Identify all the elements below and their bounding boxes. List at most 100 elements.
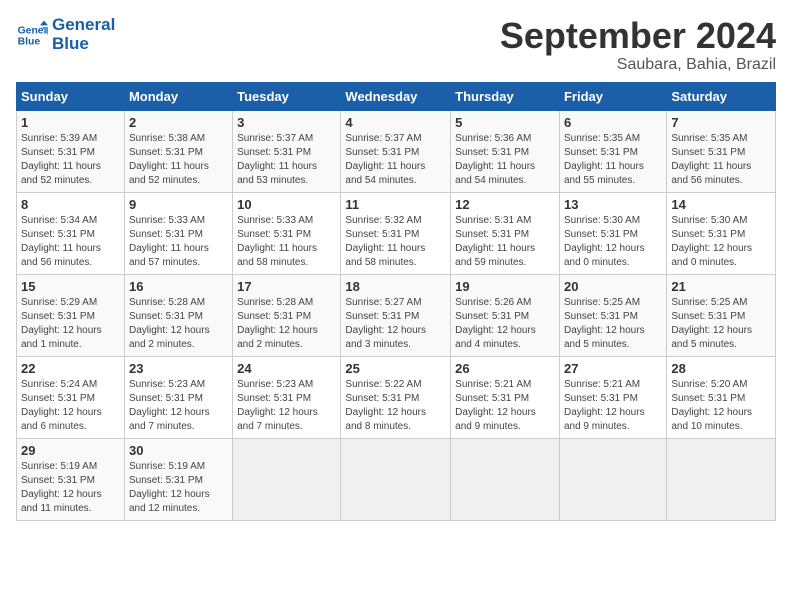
day-number: 10 — [237, 197, 336, 212]
day-cell: 28 Sunrise: 5:20 AM Sunset: 5:31 PM Dayli… — [667, 356, 776, 438]
day-cell — [451, 438, 560, 520]
day-cell: 24 Sunrise: 5:23 AM Sunset: 5:31 PM Dayli… — [233, 356, 341, 438]
calendar-title: September 2024 — [500, 16, 776, 56]
day-info: Sunrise: 5:25 AM Sunset: 5:31 PM Dayligh… — [564, 296, 662, 352]
day-number: 21 — [671, 279, 771, 294]
day-number: 26 — [455, 361, 555, 376]
day-cell — [667, 438, 776, 520]
day-number: 17 — [237, 279, 336, 294]
day-cell: 23 Sunrise: 5:23 AM Sunset: 5:31 PM Dayli… — [124, 356, 232, 438]
header-cell-wednesday: Wednesday — [341, 82, 451, 110]
day-info: Sunrise: 5:29 AM Sunset: 5:31 PM Dayligh… — [21, 296, 120, 352]
logo-blue: Blue — [52, 35, 115, 54]
day-number: 15 — [21, 279, 120, 294]
header-cell-friday: Friday — [559, 82, 666, 110]
day-info: Sunrise: 5:25 AM Sunset: 5:31 PM Dayligh… — [671, 296, 771, 352]
day-info: Sunrise: 5:19 AM Sunset: 5:31 PM Dayligh… — [129, 460, 228, 516]
day-cell: 18 Sunrise: 5:27 AM Sunset: 5:31 PM Dayli… — [341, 274, 451, 356]
day-info: Sunrise: 5:34 AM Sunset: 5:31 PM Dayligh… — [21, 214, 120, 270]
header-cell-monday: Monday — [124, 82, 232, 110]
day-info: Sunrise: 5:39 AM Sunset: 5:31 PM Dayligh… — [21, 132, 120, 188]
day-number: 23 — [129, 361, 228, 376]
day-cell: 15 Sunrise: 5:29 AM Sunset: 5:31 PM Dayli… — [17, 274, 125, 356]
title-block: September 2024 Saubara, Bahia, Brazil — [500, 16, 776, 74]
day-number: 30 — [129, 443, 228, 458]
day-info: Sunrise: 5:22 AM Sunset: 5:31 PM Dayligh… — [345, 378, 446, 434]
day-cell: 21 Sunrise: 5:25 AM Sunset: 5:31 PM Dayli… — [667, 274, 776, 356]
day-cell: 7Sunrise: 5:35 AM Sunset: 5:31 PM Daylig… — [667, 110, 776, 192]
week-row-2: 8Sunrise: 5:34 AM Sunset: 5:31 PM Daylig… — [17, 192, 776, 274]
day-number: 4 — [345, 115, 446, 130]
day-info: Sunrise: 5:30 AM Sunset: 5:31 PM Dayligh… — [564, 214, 662, 270]
day-info: Sunrise: 5:26 AM Sunset: 5:31 PM Dayligh… — [455, 296, 555, 352]
day-number: 3 — [237, 115, 336, 130]
day-cell: 9Sunrise: 5:33 AM Sunset: 5:31 PM Daylig… — [124, 192, 232, 274]
day-number: 1 — [21, 115, 120, 130]
day-cell: 8Sunrise: 5:34 AM Sunset: 5:31 PM Daylig… — [17, 192, 125, 274]
header-cell-sunday: Sunday — [17, 82, 125, 110]
day-info: Sunrise: 5:35 AM Sunset: 5:31 PM Dayligh… — [671, 132, 771, 188]
day-info: Sunrise: 5:33 AM Sunset: 5:31 PM Dayligh… — [237, 214, 336, 270]
day-number: 9 — [129, 197, 228, 212]
page-header: General Blue General Blue September 2024… — [16, 16, 776, 74]
calendar-subtitle: Saubara, Bahia, Brazil — [500, 56, 776, 74]
day-info: Sunrise: 5:36 AM Sunset: 5:31 PM Dayligh… — [455, 132, 555, 188]
day-cell: 20 Sunrise: 5:25 AM Sunset: 5:31 PM Dayli… — [559, 274, 666, 356]
day-number: 20 — [564, 279, 662, 294]
day-number: 2 — [129, 115, 228, 130]
day-cell: 29Sunrise: 5:19 AM Sunset: 5:31 PM Dayli… — [17, 438, 125, 520]
day-cell: 6Sunrise: 5:35 AM Sunset: 5:31 PM Daylig… — [559, 110, 666, 192]
day-cell: 19 Sunrise: 5:26 AM Sunset: 5:31 PM Dayli… — [451, 274, 560, 356]
day-cell: 11Sunrise: 5:32 AM Sunset: 5:31 PM Dayli… — [341, 192, 451, 274]
day-info: Sunrise: 5:24 AM Sunset: 5:31 PM Dayligh… — [21, 378, 120, 434]
day-number: 29 — [21, 443, 120, 458]
day-info: Sunrise: 5:21 AM Sunset: 5:31 PM Dayligh… — [455, 378, 555, 434]
day-cell — [233, 438, 341, 520]
day-cell — [341, 438, 451, 520]
logo-icon: General Blue — [16, 19, 48, 51]
day-cell: 14Sunrise: 5:30 AM Sunset: 5:31 PM Dayli… — [667, 192, 776, 274]
week-row-1: 1 Sunrise: 5:39 AM Sunset: 5:31 PM Daylig… — [17, 110, 776, 192]
day-cell: 17Sunrise: 5:28 AM Sunset: 5:31 PM Dayli… — [233, 274, 341, 356]
week-row-4: 22 Sunrise: 5:24 AM Sunset: 5:31 PM Dayli… — [17, 356, 776, 438]
header-cell-thursday: Thursday — [451, 82, 560, 110]
day-cell: 5 Sunrise: 5:36 AM Sunset: 5:31 PM Daylig… — [451, 110, 560, 192]
day-cell: 22 Sunrise: 5:24 AM Sunset: 5:31 PM Dayli… — [17, 356, 125, 438]
logo: General Blue General Blue — [16, 16, 115, 53]
day-number: 19 — [455, 279, 555, 294]
day-number: 28 — [671, 361, 771, 376]
day-number: 6 — [564, 115, 662, 130]
week-row-5: 29 Sunrise: 5:19 AM Sunset: 5:31 PM Dayli… — [17, 438, 776, 520]
day-info: Sunrise: 5:37 AM Sunset: 5:31 PM Dayligh… — [345, 132, 446, 188]
day-cell: 27Sunrise: 5:21 AM Sunset: 5:31 PM Dayli… — [559, 356, 666, 438]
day-number: 13 — [564, 197, 662, 212]
calendar-body: 1 Sunrise: 5:39 AM Sunset: 5:31 PM Daylig… — [17, 110, 776, 520]
day-cell: 12Sunrise: 5:31 AM Sunset: 5:31 PM Dayli… — [451, 192, 560, 274]
day-number: 12 — [455, 197, 555, 212]
day-number: 11 — [345, 197, 446, 212]
day-cell: 4 Sunrise: 5:37 AM Sunset: 5:31 PM Daylig… — [341, 110, 451, 192]
day-number: 22 — [21, 361, 120, 376]
day-info: Sunrise: 5:23 AM Sunset: 5:31 PM Dayligh… — [237, 378, 336, 434]
day-cell: 10 Sunrise: 5:33 AM Sunset: 5:31 PM Dayli… — [233, 192, 341, 274]
day-number: 24 — [237, 361, 336, 376]
header-cell-saturday: Saturday — [667, 82, 776, 110]
day-number: 5 — [455, 115, 555, 130]
logo-general: General — [52, 16, 115, 35]
day-info: Sunrise: 5:20 AM Sunset: 5:31 PM Dayligh… — [671, 378, 771, 434]
day-cell: 25Sunrise: 5:22 AM Sunset: 5:31 PM Dayli… — [341, 356, 451, 438]
day-number: 27 — [564, 361, 662, 376]
week-row-3: 15 Sunrise: 5:29 AM Sunset: 5:31 PM Dayli… — [17, 274, 776, 356]
day-info: Sunrise: 5:28 AM Sunset: 5:31 PM Dayligh… — [129, 296, 228, 352]
day-cell: 1 Sunrise: 5:39 AM Sunset: 5:31 PM Daylig… — [17, 110, 125, 192]
day-info: Sunrise: 5:23 AM Sunset: 5:31 PM Dayligh… — [129, 378, 228, 434]
header-row: SundayMondayTuesdayWednesdayThursdayFrid… — [17, 82, 776, 110]
day-info: Sunrise: 5:37 AM Sunset: 5:31 PM Dayligh… — [237, 132, 336, 188]
calendar-header: SundayMondayTuesdayWednesdayThursdayFrid… — [17, 82, 776, 110]
day-number: 18 — [345, 279, 446, 294]
day-info: Sunrise: 5:30 AM Sunset: 5:31 PM Dayligh… — [671, 214, 771, 270]
day-cell: 30 Sunrise: 5:19 AM Sunset: 5:31 PM Dayli… — [124, 438, 232, 520]
day-info: Sunrise: 5:38 AM Sunset: 5:31 PM Dayligh… — [129, 132, 228, 188]
header-cell-tuesday: Tuesday — [233, 82, 341, 110]
day-info: Sunrise: 5:27 AM Sunset: 5:31 PM Dayligh… — [345, 296, 446, 352]
